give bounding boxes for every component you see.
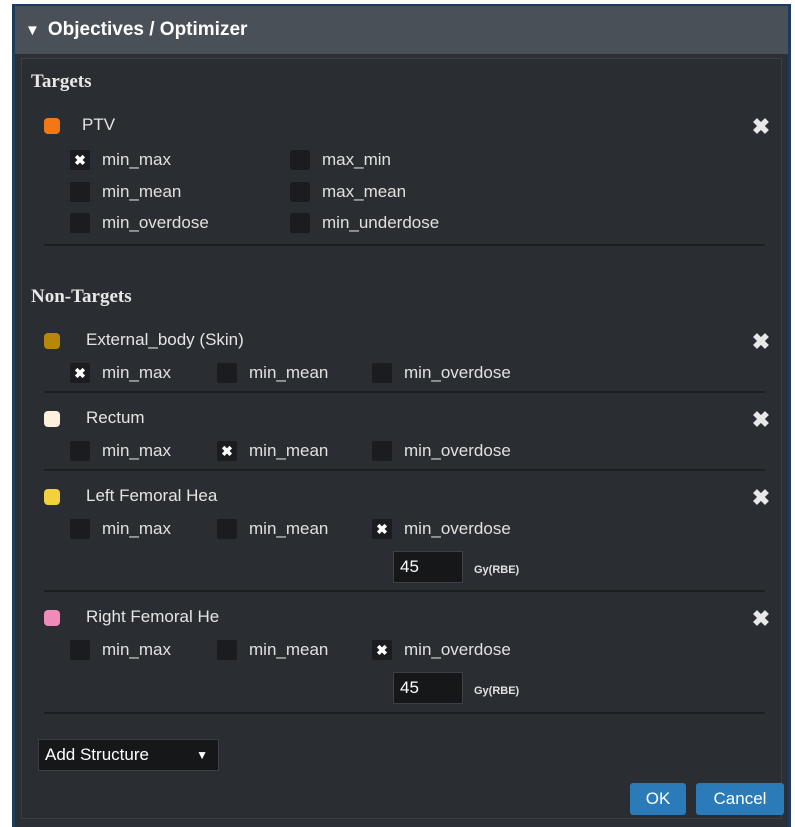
option-min-max[interactable]: min_max [70, 639, 171, 661]
option-min-max[interactable]: min_max [70, 440, 171, 462]
option-min-overdose[interactable]: min_overdose [372, 440, 511, 462]
checkbox[interactable]: ✖ [70, 150, 90, 170]
divider [44, 469, 765, 471]
external-body-color-swatch [44, 333, 60, 349]
checkbox[interactable] [290, 182, 310, 202]
option-label: min_mean [249, 640, 329, 659]
option-label: min_mean [249, 441, 329, 460]
left-femoral-color-swatch [44, 489, 60, 505]
option-label: min_max [102, 150, 171, 169]
option-min-overdose[interactable]: ✖ min_overdose [372, 518, 511, 540]
close-icon[interactable]: ✖ [751, 331, 771, 353]
structure-left-femoral-head: Left Femoral Hea ✖ min_max min_mean ✖ mi… [22, 480, 781, 592]
option-max-min[interactable]: max_min [290, 149, 391, 171]
option-label: min_mean [102, 182, 182, 201]
checkbox[interactable] [70, 213, 90, 233]
option-label: min_overdose [404, 441, 511, 460]
option-min-max[interactable]: min_max [70, 518, 171, 540]
checkbox[interactable]: ✖ [372, 519, 392, 539]
cancel-button[interactable]: Cancel [696, 783, 784, 815]
option-label: min_max [102, 441, 171, 460]
option-label: min_overdose [404, 640, 511, 659]
option-min-mean[interactable]: min_mean [217, 518, 328, 540]
option-min-mean[interactable]: min_mean [70, 181, 181, 203]
dose-value-input[interactable]: 45 [393, 672, 463, 704]
checkbox[interactable] [217, 640, 237, 660]
option-min-overdose[interactable]: ✖ min_overdose [372, 639, 511, 661]
option-label: min_max [102, 640, 171, 659]
close-icon[interactable]: ✖ [751, 116, 771, 138]
option-label: min_overdose [102, 213, 209, 232]
panel-header[interactable]: ▼ Objectives / Optimizer [15, 6, 788, 54]
right-femoral-color-swatch [44, 610, 60, 626]
targets-heading: Targets [31, 71, 92, 92]
structure-name: PTV [82, 115, 116, 134]
checkbox[interactable]: ✖ [372, 640, 392, 660]
option-label: min_mean [249, 363, 329, 382]
option-label: min_max [102, 363, 171, 382]
close-icon[interactable]: ✖ [751, 409, 771, 431]
structure-name: Left Femoral Hea [86, 486, 218, 505]
add-structure-label: Add Structure [45, 745, 149, 764]
dose-unit-label: Gy(RBE) [474, 685, 520, 697]
divider [44, 712, 765, 714]
dropdown-arrow-icon: ▼ [196, 748, 208, 762]
option-label: min_max [102, 519, 171, 538]
option-min-overdose[interactable]: min_overdose [70, 212, 209, 234]
option-min-max[interactable]: ✖ min_max [70, 149, 171, 171]
option-min-underdose[interactable]: min_underdose [290, 212, 439, 234]
checkbox[interactable] [290, 213, 310, 233]
checkbox[interactable] [70, 182, 90, 202]
option-label: max_min [322, 150, 391, 169]
close-icon[interactable]: ✖ [751, 487, 771, 509]
option-min-overdose[interactable]: min_overdose [372, 362, 511, 384]
option-max-mean[interactable]: max_mean [290, 181, 406, 203]
collapse-triangle-icon[interactable]: ▼ [25, 22, 40, 39]
ptv-color-swatch [44, 118, 60, 134]
checkbox[interactable]: ✖ [217, 441, 237, 461]
checkbox[interactable] [70, 640, 90, 660]
structure-external-body: External_body (Skin) ✖ ✖ min_max min_mea… [22, 324, 781, 394]
panel-title: Objectives / Optimizer [47, 19, 248, 40]
divider [44, 590, 765, 592]
divider [44, 244, 765, 246]
option-min-mean[interactable]: min_mean [217, 639, 328, 661]
option-min-mean[interactable]: min_mean [217, 362, 328, 384]
structure-name: Rectum [86, 408, 145, 427]
dose-unit-label: Gy(RBE) [474, 564, 520, 576]
structure-name: External_body (Skin) [86, 330, 244, 349]
structure-rectum: Rectum ✖ min_max ✖ min_mean min_overdose [22, 402, 781, 472]
option-label: min_mean [249, 519, 329, 538]
objectives-content: Targets PTV ✖ ✖ min_max max_min min_mean… [21, 58, 784, 819]
option-label: max_mean [322, 182, 407, 201]
checkbox[interactable] [290, 150, 310, 170]
checkbox[interactable] [372, 441, 392, 461]
checkbox[interactable]: ✖ [70, 363, 90, 383]
dose-value-input[interactable]: 45 [393, 551, 463, 583]
option-min-mean[interactable]: ✖ min_mean [217, 440, 328, 462]
checkbox[interactable] [70, 441, 90, 461]
checkbox[interactable] [217, 519, 237, 539]
ok-button[interactable]: OK [630, 783, 686, 815]
checkbox[interactable] [372, 363, 392, 383]
add-structure-select[interactable]: Add Structure ▼ [38, 739, 219, 771]
structure-right-femoral-head: Right Femoral He ✖ min_max min_mean ✖ mi… [22, 601, 781, 713]
checkbox[interactable] [217, 363, 237, 383]
option-min-max[interactable]: ✖ min_max [70, 362, 171, 384]
divider [44, 391, 765, 393]
option-label: min_underdose [322, 213, 440, 232]
rectum-color-swatch [44, 411, 60, 427]
option-label: min_overdose [404, 519, 511, 538]
close-icon[interactable]: ✖ [751, 608, 771, 630]
objectives-optimizer-window: ▼ Objectives / Optimizer Targets PTV ✖ ✖… [12, 4, 791, 827]
structure-name: Right Femoral He [86, 607, 220, 626]
non-targets-heading: Non-Targets [31, 286, 132, 307]
checkbox[interactable] [70, 519, 90, 539]
option-label: min_overdose [404, 363, 511, 382]
structure-ptv: PTV ✖ ✖ min_max max_min min_mean max_mea… [22, 109, 781, 247]
